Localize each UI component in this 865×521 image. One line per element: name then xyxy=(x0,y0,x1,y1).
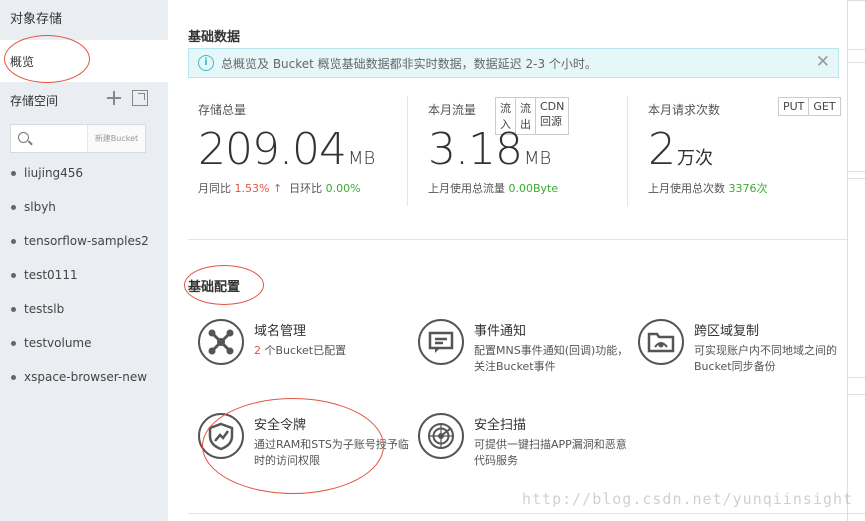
basic-data-title: 基础数据 xyxy=(188,30,241,45)
sidebar: 对象存储 概览 存储空间 新建Bucket liujing456 slbyh t… xyxy=(0,0,168,521)
storage-label: 存储总量 xyxy=(198,103,247,117)
shield-icon xyxy=(198,413,244,459)
requests-label: 本月请求次数 xyxy=(648,103,721,117)
storage-value: 209.04 MB xyxy=(198,124,376,175)
right-panel-segment xyxy=(848,0,865,50)
bucket-item[interactable]: testvolume xyxy=(0,326,168,360)
notice-bar: i 总概览及 Bucket 概览基础数据都非实时数据，数据延迟 2-3 个小时。… xyxy=(188,48,839,78)
traffic-value: 3.18 MB xyxy=(428,124,552,175)
requests-last-month: 上月使用总次数 3376次 xyxy=(648,182,768,195)
traffic-last-month: 上月使用总流量 0.00Byte xyxy=(428,182,559,195)
bucket-item[interactable]: tensorflow-samples2 xyxy=(0,224,168,258)
domain-network-icon xyxy=(198,319,244,365)
arrow-up-icon: ↑ xyxy=(272,182,283,195)
watermark: http://blog.csdn.net/yunqiinsight xyxy=(522,490,854,508)
basic-config-title: 基础配置 xyxy=(188,280,241,295)
message-icon xyxy=(418,319,464,365)
close-icon[interactable]: ✕ xyxy=(816,52,830,72)
add-bucket-icon[interactable] xyxy=(106,90,122,106)
section-divider xyxy=(188,513,865,514)
card-title: 跨区域复制 xyxy=(694,324,760,339)
search-icon xyxy=(18,132,29,143)
card-desc: 通过RAM和STS为子账号授予临时的访问权限 xyxy=(254,438,409,467)
bucket-item[interactable]: testslb xyxy=(0,292,168,326)
radar-icon xyxy=(418,413,464,459)
right-panel-edge xyxy=(847,0,865,521)
tab-get[interactable]: GET xyxy=(808,97,841,116)
info-icon: i xyxy=(198,55,214,71)
tab-put[interactable]: PUT xyxy=(778,97,810,116)
main-content: 基础数据 i 总概览及 Bucket 概览基础数据都非实时数据，数据延迟 2-3… xyxy=(168,0,865,521)
new-bucket-button[interactable]: 新建Bucket xyxy=(87,125,145,152)
sidebar-title: 对象存储 xyxy=(10,12,63,27)
bucket-item[interactable]: slbyh xyxy=(0,190,168,224)
card-desc: 配置MNS事件通知(回调)功能，关注Bucket事件 xyxy=(474,344,629,373)
expand-icon[interactable] xyxy=(132,90,148,106)
traffic-label: 本月流量 xyxy=(428,103,477,117)
card-domain-management[interactable]: 域名管理 2 个Bucket已配置 xyxy=(198,319,398,379)
card-title: 域名管理 xyxy=(254,324,307,339)
storage-space-label: 存储空间 xyxy=(10,94,59,108)
folder-sync-icon xyxy=(638,319,684,365)
card-security-scan[interactable]: 安全扫描 可提供一键扫描APP漏洞和恶意代码服务 xyxy=(418,413,627,473)
requests-tabs: PUT GET xyxy=(778,97,841,116)
card-desc: 可实现账户内不同地域之间的Bucket同步备份 xyxy=(694,344,837,373)
notice-text: 总概览及 Bucket 概览基础数据都非实时数据，数据延迟 2-3 个小时。 xyxy=(221,57,597,71)
card-title: 事件通知 xyxy=(474,324,527,339)
card-title: 安全令牌 xyxy=(254,418,307,433)
card-cross-region-replication[interactable]: 跨区域复制 可实现账户内不同地域之间的Bucket同步备份 xyxy=(638,319,838,379)
divider xyxy=(407,96,408,206)
bucket-search-input[interactable] xyxy=(37,128,89,149)
sidebar-item-overview[interactable]: 概览 xyxy=(0,40,168,82)
bucket-item[interactable]: liujing456 xyxy=(0,156,168,190)
requests-value: 2 万次 xyxy=(648,124,713,175)
card-security-token[interactable]: 安全令牌 通过RAM和STS为子账号授予临时的访问权限 xyxy=(198,413,409,473)
right-panel-segment xyxy=(848,62,865,172)
bucket-item[interactable]: xspace-browser-new xyxy=(0,360,168,394)
card-title: 安全扫描 xyxy=(474,418,527,433)
card-desc: 2 个Bucket已配置 xyxy=(254,344,347,357)
bucket-list: liujing456 slbyh tensorflow-samples2 tes… xyxy=(0,156,168,394)
bucket-item[interactable]: test0111 xyxy=(0,258,168,292)
bucket-search: 新建Bucket xyxy=(10,124,146,153)
card-desc: 可提供一键扫描APP漏洞和恶意代码服务 xyxy=(474,438,627,467)
divider xyxy=(627,96,628,206)
section-divider xyxy=(188,239,865,240)
card-event-notification[interactable]: 事件通知 配置MNS事件通知(回调)功能，关注Bucket事件 xyxy=(418,319,628,379)
right-panel-segment xyxy=(848,178,865,378)
storage-compare: 月同比 1.53% ↑ 日环比 0.00% xyxy=(198,182,361,195)
